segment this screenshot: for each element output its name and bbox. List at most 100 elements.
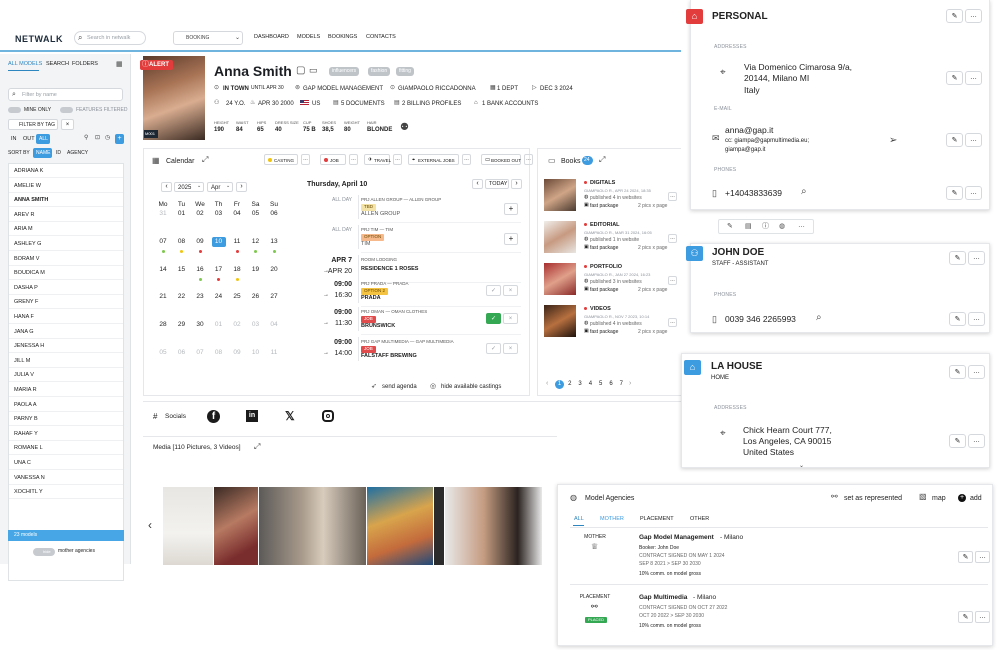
model-list-item[interactable]: ROMANE L xyxy=(9,441,123,456)
book-more-button[interactable]: … xyxy=(668,192,677,201)
agency-edit-button[interactable]: ✎ xyxy=(958,551,973,563)
tag-influencers[interactable]: influencers xyxy=(329,67,360,76)
book-name[interactable]: EDITORIAL xyxy=(590,222,620,228)
map-button[interactable]: map xyxy=(932,495,946,502)
calendar-day[interactable]: 27 xyxy=(267,292,281,302)
john-doe-phone[interactable]: 0039 346 2265993 xyxy=(725,315,796,324)
personal-phone[interactable]: +14043833639 xyxy=(725,189,782,198)
media-thumb[interactable] xyxy=(163,487,213,565)
calendar-day[interactable]: 11 xyxy=(230,237,244,247)
book-thumbnail[interactable] xyxy=(544,221,576,253)
today-button[interactable]: TODAY xyxy=(485,179,509,189)
book-page[interactable]: 1 xyxy=(555,380,564,389)
calendar-day[interactable]: 10 xyxy=(249,348,263,358)
confirm-event-button[interactable]: ✓ xyxy=(486,285,501,296)
set-as-represented-button[interactable]: set as represented xyxy=(844,495,902,502)
address-edit-button[interactable]: ✎ xyxy=(946,71,963,85)
grid-icon[interactable]: ▦ xyxy=(116,61,123,68)
calendar-filter-chip[interactable]: ✈ TRAVEL xyxy=(364,154,391,165)
bell-icon[interactable]: ▭ xyxy=(309,66,318,75)
model-list-item[interactable]: JENESSA H xyxy=(9,339,123,354)
calendar-day[interactable]: 15 xyxy=(175,265,189,275)
model-list-item[interactable]: ARIA M xyxy=(9,222,123,237)
john-phone-more-button[interactable]: … xyxy=(968,312,985,326)
book-name[interactable]: VIDEOS xyxy=(590,306,611,312)
calendar-day[interactable]: 11 xyxy=(267,348,281,358)
agency-more-button[interactable]: … xyxy=(975,551,990,563)
agency-name[interactable]: Gap Model Management xyxy=(639,534,714,541)
prev-day-button[interactable]: ‹ xyxy=(472,179,483,189)
nav-models[interactable]: MODELS xyxy=(297,34,320,41)
calendar-day[interactable]: 02 xyxy=(193,209,207,219)
filter-name-input[interactable]: ⌕ Filter by name xyxy=(8,88,123,101)
filter-more-button[interactable]: … xyxy=(462,154,471,165)
model-list-item[interactable]: PAOLA A xyxy=(9,398,123,412)
expand-icon[interactable]: ⤢ xyxy=(599,156,605,164)
model-list-item[interactable]: JANA G xyxy=(9,325,123,339)
next-day-button[interactable]: › xyxy=(511,179,522,189)
calendar-filter-chip[interactable]: CASTING xyxy=(264,154,298,165)
month-select[interactable]: Apr ⌄ xyxy=(207,182,233,192)
profile-agency[interactable]: GAP MODEL MANAGEMENT xyxy=(303,86,383,92)
calendar-day[interactable]: 16 xyxy=(193,265,207,275)
tag-fitting[interactable]: fitting xyxy=(396,67,414,76)
book-page[interactable]: 3 xyxy=(576,380,585,389)
model-list-item[interactable]: JULIA V xyxy=(9,368,123,383)
calendar-day[interactable]: 02 xyxy=(230,320,244,330)
book-page[interactable]: 6 xyxy=(607,380,616,389)
model-list-item[interactable]: DASHA P xyxy=(9,281,123,295)
media-thumb[interactable] xyxy=(445,487,542,565)
calendar-day[interactable]: 25 xyxy=(230,292,244,302)
alert-badge[interactable]: ALERT ⓘ xyxy=(140,60,173,70)
profile-bank[interactable]: 1 BANK ACCOUNTS xyxy=(482,101,538,107)
model-list-item[interactable]: BOUDICA M xyxy=(9,266,123,281)
calendar-day[interactable]: 26 xyxy=(249,292,263,302)
tab-other[interactable]: OTHER xyxy=(690,516,709,523)
filter-more-button[interactable]: … xyxy=(524,154,533,165)
email-more-button[interactable]: … xyxy=(965,133,982,147)
la-address-more-button[interactable]: … xyxy=(968,434,985,448)
sort-name-button[interactable]: NAME xyxy=(33,148,52,158)
email-edit-button[interactable]: ✎ xyxy=(946,133,963,147)
all-button[interactable]: ALL xyxy=(36,134,50,144)
media-thumb[interactable] xyxy=(259,487,366,565)
media-thumb[interactable] xyxy=(214,487,258,565)
instagram-icon[interactable] xyxy=(322,410,334,422)
model-list-item[interactable]: AREV R xyxy=(9,208,123,222)
calendar-day[interactable]: 01 xyxy=(212,320,226,330)
calendar-day[interactable]: 22 xyxy=(175,292,189,302)
calendar-day[interactable]: 09 xyxy=(230,348,244,358)
calendar-day[interactable]: 07 xyxy=(193,348,207,358)
confirm-event-button[interactable]: ✓ xyxy=(486,313,501,324)
model-list-item[interactable]: HANA F xyxy=(9,310,123,324)
calendar-day[interactable]: 23 xyxy=(193,292,207,302)
model-list-item[interactable]: JILL M xyxy=(9,354,123,368)
chevron-down-icon[interactable]: ⌄ xyxy=(799,463,804,469)
nav-dashboard[interactable]: DASHBOARD xyxy=(254,34,289,41)
filter-more-button[interactable]: … xyxy=(349,154,358,165)
add-event-button[interactable]: + xyxy=(504,203,518,215)
tab-folders[interactable]: FOLDERS xyxy=(72,61,98,68)
zoom-icon[interactable]: ⌕ xyxy=(816,313,822,323)
book-more-button[interactable]: … xyxy=(668,234,677,243)
x-icon[interactable]: 𝕏 xyxy=(285,410,295,422)
media-thumb[interactable] xyxy=(434,487,444,565)
prev-year-button[interactable]: ‹ xyxy=(161,182,172,192)
model-list-item[interactable]: UNA C xyxy=(9,456,123,470)
john-edit-button[interactable]: ✎ xyxy=(949,251,966,265)
mine-only-toggle[interactable] xyxy=(8,107,21,113)
calendar-day[interactable]: 06 xyxy=(267,209,281,219)
tag-fashion[interactable]: fashion xyxy=(368,67,391,76)
body-icon[interactable]: ⚉ xyxy=(400,123,409,133)
hide-castings-button[interactable]: hide available castings xyxy=(441,384,501,390)
filter-more-button[interactable]: … xyxy=(393,154,402,165)
calendar-day[interactable]: 06 xyxy=(175,348,189,358)
nav-bookings[interactable]: BOOKINGS xyxy=(328,34,357,41)
agency-edit-button[interactable]: ✎ xyxy=(958,611,973,623)
next-page-icon[interactable]: › xyxy=(629,380,631,387)
filter-tag-clear[interactable]: × xyxy=(61,119,74,130)
calendar-day[interactable]: 04 xyxy=(267,320,281,330)
address-more-button[interactable]: … xyxy=(965,71,982,85)
sort-id-button[interactable]: ID xyxy=(56,151,61,156)
calendar-day[interactable]: 07 xyxy=(156,237,170,247)
